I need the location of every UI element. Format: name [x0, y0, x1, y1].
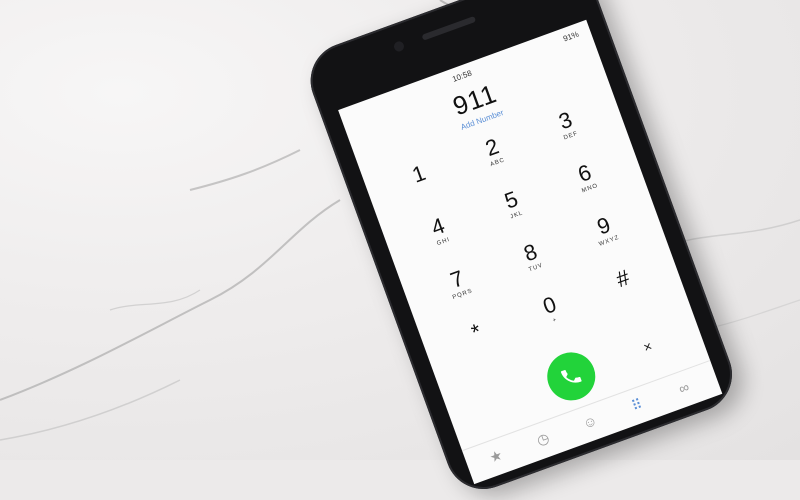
key-0[interactable]: 0 +: [519, 285, 587, 345]
key-digit: 1: [408, 160, 429, 188]
front-camera: [392, 40, 406, 53]
key-4[interactable]: 4 GHI: [408, 206, 476, 266]
key-star[interactable]: *: [446, 311, 514, 371]
key-8[interactable]: 8 TUV: [500, 232, 568, 292]
status-time: 10:58: [451, 68, 473, 84]
key-1[interactable]: 1: [389, 153, 457, 213]
key-5[interactable]: 5 JKL: [481, 179, 549, 239]
key-9[interactable]: 9 WXYZ: [573, 205, 641, 265]
key-digit: *: [467, 318, 485, 345]
contacts-icon[interactable]: ☺: [578, 411, 604, 437]
key-2[interactable]: 2 ABC: [462, 127, 530, 187]
key-6[interactable]: 6 MNO: [554, 153, 622, 213]
keypad-icon[interactable]: ⠿: [625, 394, 651, 420]
key-7[interactable]: 7 PQRS: [427, 259, 495, 319]
voicemail-icon[interactable]: ∞: [672, 377, 698, 403]
battery-percentage: 91%: [561, 29, 581, 44]
earpiece-speaker: [421, 15, 477, 41]
call-button[interactable]: [540, 345, 603, 408]
delete-button[interactable]: ×: [636, 336, 662, 362]
recents-icon[interactable]: ◷: [531, 428, 557, 454]
key-hash[interactable]: #: [593, 258, 661, 318]
favorites-icon[interactable]: ★: [484, 445, 510, 471]
key-digit: #: [612, 264, 633, 293]
phone-icon: [560, 370, 582, 383]
key-3[interactable]: 3 DEF: [535, 100, 603, 160]
